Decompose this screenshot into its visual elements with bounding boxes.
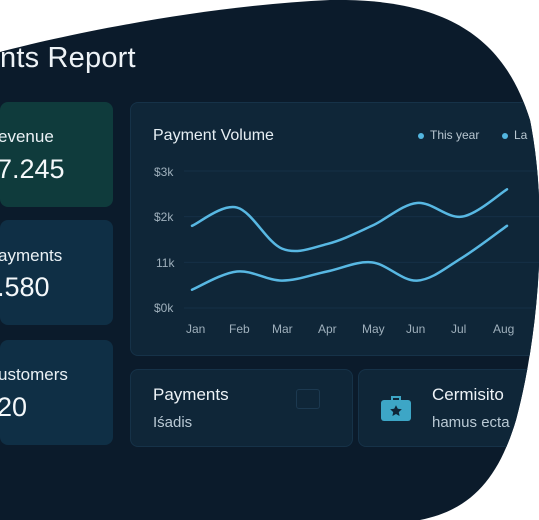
x-tick-label: May: [362, 322, 385, 336]
data-point[interactable]: [414, 200, 420, 206]
data-point[interactable]: [279, 278, 285, 284]
data-point[interactable]: [504, 186, 510, 192]
report-surface: nts Report evenue 7.245 ayments .580 ust…: [0, 0, 539, 520]
data-point[interactable]: [324, 268, 330, 274]
data-point[interactable]: [234, 205, 240, 211]
data-point[interactable]: [234, 268, 240, 274]
payments-card-title: Payments: [153, 385, 229, 404]
payments-card-subtitle: Iśadis: [153, 414, 193, 431]
data-point[interactable]: [279, 246, 285, 252]
series-line-this-year: [192, 189, 507, 251]
x-tick-label: Aug: [493, 322, 515, 336]
data-point[interactable]: [189, 287, 195, 293]
data-point[interactable]: [189, 223, 195, 229]
x-tick-label: Apr: [318, 322, 337, 336]
x-tick-label: Jul: [451, 322, 467, 336]
data-point[interactable]: [459, 214, 465, 220]
faint-square-icon: [296, 389, 320, 409]
x-tick-label: Mar: [272, 322, 293, 336]
data-point[interactable]: [324, 241, 330, 247]
data-point[interactable]: [369, 259, 375, 265]
data-point[interactable]: [459, 255, 465, 261]
briefcase-star-icon: [379, 389, 413, 423]
data-point[interactable]: [369, 223, 375, 229]
data-point[interactable]: [504, 223, 510, 229]
x-tick-label: Jun: [406, 322, 426, 336]
data-point[interactable]: [414, 278, 420, 284]
x-tick-label: Jan: [186, 322, 206, 336]
cermisito-card-title: Cermisito: [432, 385, 504, 404]
x-tick-label: Feb: [229, 322, 250, 336]
payments-card[interactable]: [130, 369, 353, 447]
cermisito-card-subtitle: hamus ecta: [432, 414, 510, 431]
